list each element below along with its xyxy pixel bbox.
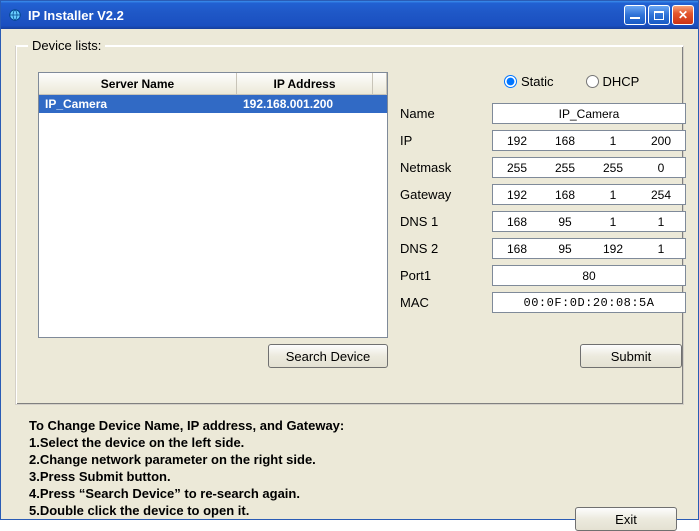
exit-button[interactable]: Exit — [575, 507, 677, 531]
table-row — [39, 257, 387, 275]
list-header: Server Name IP Address — [39, 73, 387, 95]
port-field[interactable] — [492, 265, 686, 286]
dhcp-radio-text: DHCP — [603, 74, 640, 89]
instructions-text: To Change Device Name, IP address, and G… — [29, 417, 344, 519]
netmask-octet-input[interactable] — [493, 158, 541, 177]
ip-octet-input[interactable] — [541, 131, 589, 150]
ip-octet-input[interactable] — [637, 131, 685, 150]
dns2-octet-input[interactable] — [589, 239, 637, 258]
name-field[interactable] — [492, 103, 686, 124]
ip-octet-input[interactable] — [589, 131, 637, 150]
dns2-field[interactable] — [492, 238, 686, 259]
table-row — [39, 149, 387, 167]
ip-label: IP — [400, 133, 492, 148]
netmask-field[interactable] — [492, 157, 686, 178]
network-form: Name IP Netmask Gateway — [400, 100, 686, 316]
table-row — [39, 113, 387, 131]
dns2-octet-input[interactable] — [637, 239, 685, 258]
port-input[interactable] — [493, 268, 685, 284]
table-row — [39, 293, 387, 311]
static-radio-text: Static — [521, 74, 554, 89]
static-radio[interactable] — [504, 75, 517, 88]
mac-label: MAC — [400, 295, 492, 310]
table-row — [39, 203, 387, 221]
col-server-name[interactable]: Server Name — [39, 73, 237, 94]
ip-field[interactable] — [492, 130, 686, 151]
gateway-field[interactable] — [492, 184, 686, 205]
maximize-button[interactable] — [648, 5, 670, 25]
dns2-octet-input[interactable] — [493, 239, 541, 258]
instruction-line: To Change Device Name, IP address, and G… — [29, 417, 344, 434]
instruction-line: 3.Press Submit button. — [29, 468, 344, 485]
table-row — [39, 221, 387, 239]
dns2-octet-input[interactable] — [541, 239, 589, 258]
gateway-octet-input[interactable] — [637, 185, 685, 204]
dns1-octet-input[interactable] — [589, 212, 637, 231]
netmask-label: Netmask — [400, 160, 492, 175]
app-icon — [7, 7, 23, 23]
dhcp-radio-label[interactable]: DHCP — [586, 74, 640, 89]
gateway-octet-input[interactable] — [493, 185, 541, 204]
close-button[interactable]: ✕ — [672, 5, 694, 25]
netmask-octet-input[interactable] — [541, 158, 589, 177]
device-lists-group: Device lists: Server Name IP Address IP_… — [15, 45, 684, 405]
instruction-line: 2.Change network parameter on the right … — [29, 451, 344, 468]
col-ip-address[interactable]: IP Address — [237, 73, 373, 94]
device-list[interactable]: Server Name IP Address IP_Camera192.168.… — [38, 72, 388, 338]
instruction-line: 4.Press “Search Device” to re-search aga… — [29, 485, 344, 502]
instruction-line: 5.Double click the device to open it. — [29, 502, 344, 519]
group-label: Device lists: — [28, 38, 105, 53]
gateway-label: Gateway — [400, 187, 492, 202]
app-window: IP Installer V2.2 ✕ Device lists: Server… — [0, 0, 699, 520]
netmask-octet-input[interactable] — [637, 158, 685, 177]
table-row[interactable]: IP_Camera192.168.001.200 — [39, 95, 387, 113]
table-row — [39, 275, 387, 293]
mac-field: 00:0F:0D:20:08:5A — [492, 292, 686, 313]
table-row — [39, 185, 387, 203]
list-body: IP_Camera192.168.001.200 — [39, 95, 387, 337]
port-label: Port1 — [400, 268, 492, 283]
dns1-label: DNS 1 — [400, 214, 492, 229]
dns1-octet-input[interactable] — [637, 212, 685, 231]
col-padding — [373, 73, 387, 94]
dns1-field[interactable] — [492, 211, 686, 232]
name-input[interactable] — [493, 106, 685, 122]
gateway-octet-input[interactable] — [589, 185, 637, 204]
dns2-label: DNS 2 — [400, 241, 492, 256]
dhcp-radio[interactable] — [586, 75, 599, 88]
minimize-button[interactable] — [624, 5, 646, 25]
name-label: Name — [400, 106, 492, 121]
gateway-octet-input[interactable] — [541, 185, 589, 204]
ip-mode-radios: Static DHCP — [504, 74, 639, 89]
table-row — [39, 239, 387, 257]
dns1-octet-input[interactable] — [541, 212, 589, 231]
submit-button[interactable]: Submit — [580, 344, 682, 368]
ip-octet-input[interactable] — [493, 131, 541, 150]
instruction-line: 1.Select the device on the left side. — [29, 434, 344, 451]
table-row — [39, 167, 387, 185]
table-row — [39, 311, 387, 329]
window-title: IP Installer V2.2 — [28, 8, 624, 23]
dns1-octet-input[interactable] — [493, 212, 541, 231]
titlebar: IP Installer V2.2 ✕ — [1, 1, 698, 29]
netmask-octet-input[interactable] — [589, 158, 637, 177]
table-row — [39, 131, 387, 149]
client-area: Device lists: Server Name IP Address IP_… — [1, 29, 698, 519]
search-device-button[interactable]: Search Device — [268, 344, 388, 368]
static-radio-label[interactable]: Static — [504, 74, 554, 89]
